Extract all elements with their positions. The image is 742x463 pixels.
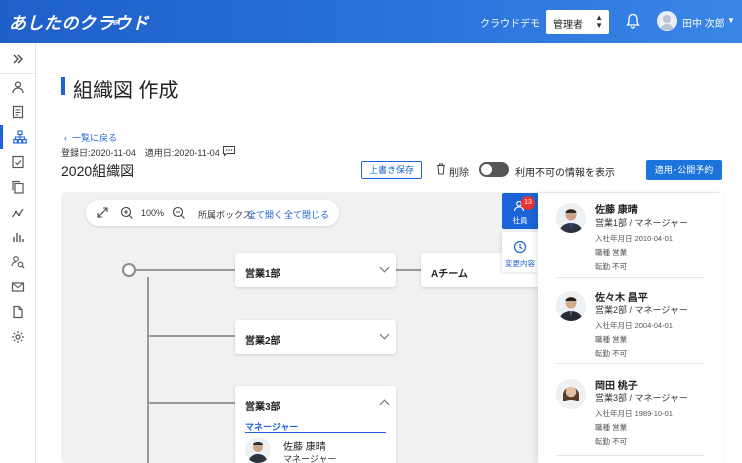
user-avatar[interactable] (657, 11, 677, 31)
registration-dates: 登録日:2020-11-04 適用日:2020-11-04 (61, 148, 220, 158)
mail-icon[interactable] (0, 275, 36, 299)
tab-history[interactable]: 変更内容 (502, 232, 538, 272)
card-divider (556, 363, 704, 364)
back-link[interactable]: ‹ 一覧に戻る (64, 131, 117, 144)
tenant-name: クラウドデモ (480, 19, 540, 30)
apply-publish-button[interactable]: 適用･公開予約 (646, 160, 722, 180)
connector (396, 269, 421, 271)
app-logo-sub: HR (110, 20, 121, 27)
toggle-knob (481, 164, 492, 175)
file-icon[interactable] (0, 300, 36, 324)
copy-icon[interactable] (0, 175, 36, 199)
checklist-icon[interactable] (0, 150, 36, 174)
bell-icon[interactable] (626, 13, 640, 29)
avatar[interactable] (245, 437, 271, 463)
employee-name: 岡田 桃子 (595, 381, 638, 392)
manager-name: 佐藤 康晴 (283, 442, 326, 453)
zoom-level: 100% (141, 208, 165, 218)
zoom-in-icon[interactable] (120, 206, 134, 220)
trash-icon[interactable] (436, 163, 446, 175)
connector (136, 269, 235, 271)
comment-icon[interactable] (222, 145, 236, 157)
chevron-down-icon[interactable] (379, 262, 390, 273)
dept-name: 営業1部 (245, 269, 281, 280)
unavailable-toggle[interactable] (479, 162, 509, 177)
app-logo[interactable]: あしたのクラウド (9, 9, 149, 34)
overwrite-save-button[interactable]: 上書き保存 (361, 161, 422, 179)
close-all-link[interactable]: 全て閉じる (284, 208, 329, 221)
employee-transfer: 転勤 不可 (595, 349, 628, 358)
role-select[interactable]: 管理者 ▲ ▼ (546, 10, 609, 34)
zoom-out-icon[interactable] (172, 206, 186, 220)
employee-name: 佐々木 昌平 (595, 293, 648, 304)
employee-joined: 入社年月日 1989-10-01 (595, 409, 673, 418)
chevron-down-icon[interactable] (379, 329, 390, 340)
team-name: Aチーム (431, 269, 468, 280)
avatar (556, 203, 586, 233)
employee-joined: 入社年月日 2004-04-01 (595, 321, 673, 330)
document-icon[interactable] (0, 100, 36, 124)
tab-history-label: 変更内容 (505, 259, 535, 268)
employee-name: 佐藤 康晴 (595, 205, 638, 216)
expand-icon[interactable] (0, 47, 36, 71)
employee-panel: 佐藤 康晴 営業1部 / マネージャー 入社年月日 2010-04-01 職種 … (538, 193, 722, 463)
connector (147, 335, 235, 337)
employee-job: 職種 営業 (595, 423, 628, 432)
connector (147, 277, 149, 463)
bar-chart-icon[interactable] (0, 225, 36, 249)
sidebar (0, 43, 36, 463)
sidebar-divider (0, 73, 36, 74)
employee-role: 営業3部 / マネージャー (595, 393, 688, 403)
title-accent (61, 77, 65, 95)
fullscreen-icon[interactable] (96, 206, 109, 219)
gear-icon[interactable] (0, 325, 36, 349)
employee-transfer: 転勤 不可 (595, 262, 628, 271)
dept-name: 営業2部 (245, 336, 281, 347)
role-select-value: 管理者 (553, 20, 583, 31)
dept-name: 営業3部 (245, 402, 281, 413)
user-name[interactable]: 田中 次郎 (682, 15, 725, 30)
employee-job: 職種 営業 (595, 335, 628, 344)
toggle-label: 利用不可の情報を表示 (515, 168, 615, 179)
employee-joined: 入社年月日 2010-04-01 (595, 234, 673, 243)
employee-job: 職種 営業 (595, 248, 628, 257)
person-search-icon[interactable] (0, 250, 36, 274)
top-bar: あしたのクラウド HR クラウドデモ 管理者 ▲ ▼ 田中 次郎 ▼ (0, 0, 742, 43)
card-divider (556, 277, 704, 278)
box-label: 所属ボックス: (198, 210, 255, 220)
avatar (556, 379, 586, 409)
card-divider (556, 455, 704, 456)
employee-role: 営業2部 / マネージャー (595, 305, 688, 315)
manager-role: マネージャー (283, 454, 337, 463)
dept-box-expanded[interactable]: 営業3部 マネージャー 佐藤 康晴 マネージャー (235, 386, 396, 463)
tab-employees-label: 社員 (512, 216, 528, 225)
manager-divider (245, 432, 386, 433)
root-node[interactable] (122, 263, 136, 277)
connector (147, 402, 235, 404)
employee-count-badge: 13 (521, 196, 535, 210)
chart-name: 2020組織図 (61, 163, 135, 179)
employee-role: 営業1部 / マネージャー (595, 218, 688, 228)
chevron-up-icon[interactable] (379, 399, 390, 410)
chevron-down-icon[interactable]: ▼ (727, 16, 735, 25)
dept-box[interactable]: 営業1部 (235, 253, 396, 287)
canvas-toolbar: 100% 所属ボックス: 全て開く 全て閉じる (86, 200, 339, 226)
open-all-link[interactable]: 全て開く (247, 208, 283, 221)
dept-box[interactable]: 営業2部 (235, 320, 396, 354)
avatar (556, 291, 586, 321)
employee-transfer: 転勤 不可 (595, 437, 628, 446)
person-icon[interactable] (0, 75, 36, 99)
clock-icon (513, 240, 527, 254)
select-caret-icon: ▲ ▼ (595, 13, 603, 30)
org-chart-icon[interactable] (0, 125, 36, 149)
delete-button[interactable]: 削除 (449, 164, 469, 179)
analytics-icon[interactable] (0, 200, 36, 224)
page-title: 組織図 作成 (73, 80, 179, 102)
